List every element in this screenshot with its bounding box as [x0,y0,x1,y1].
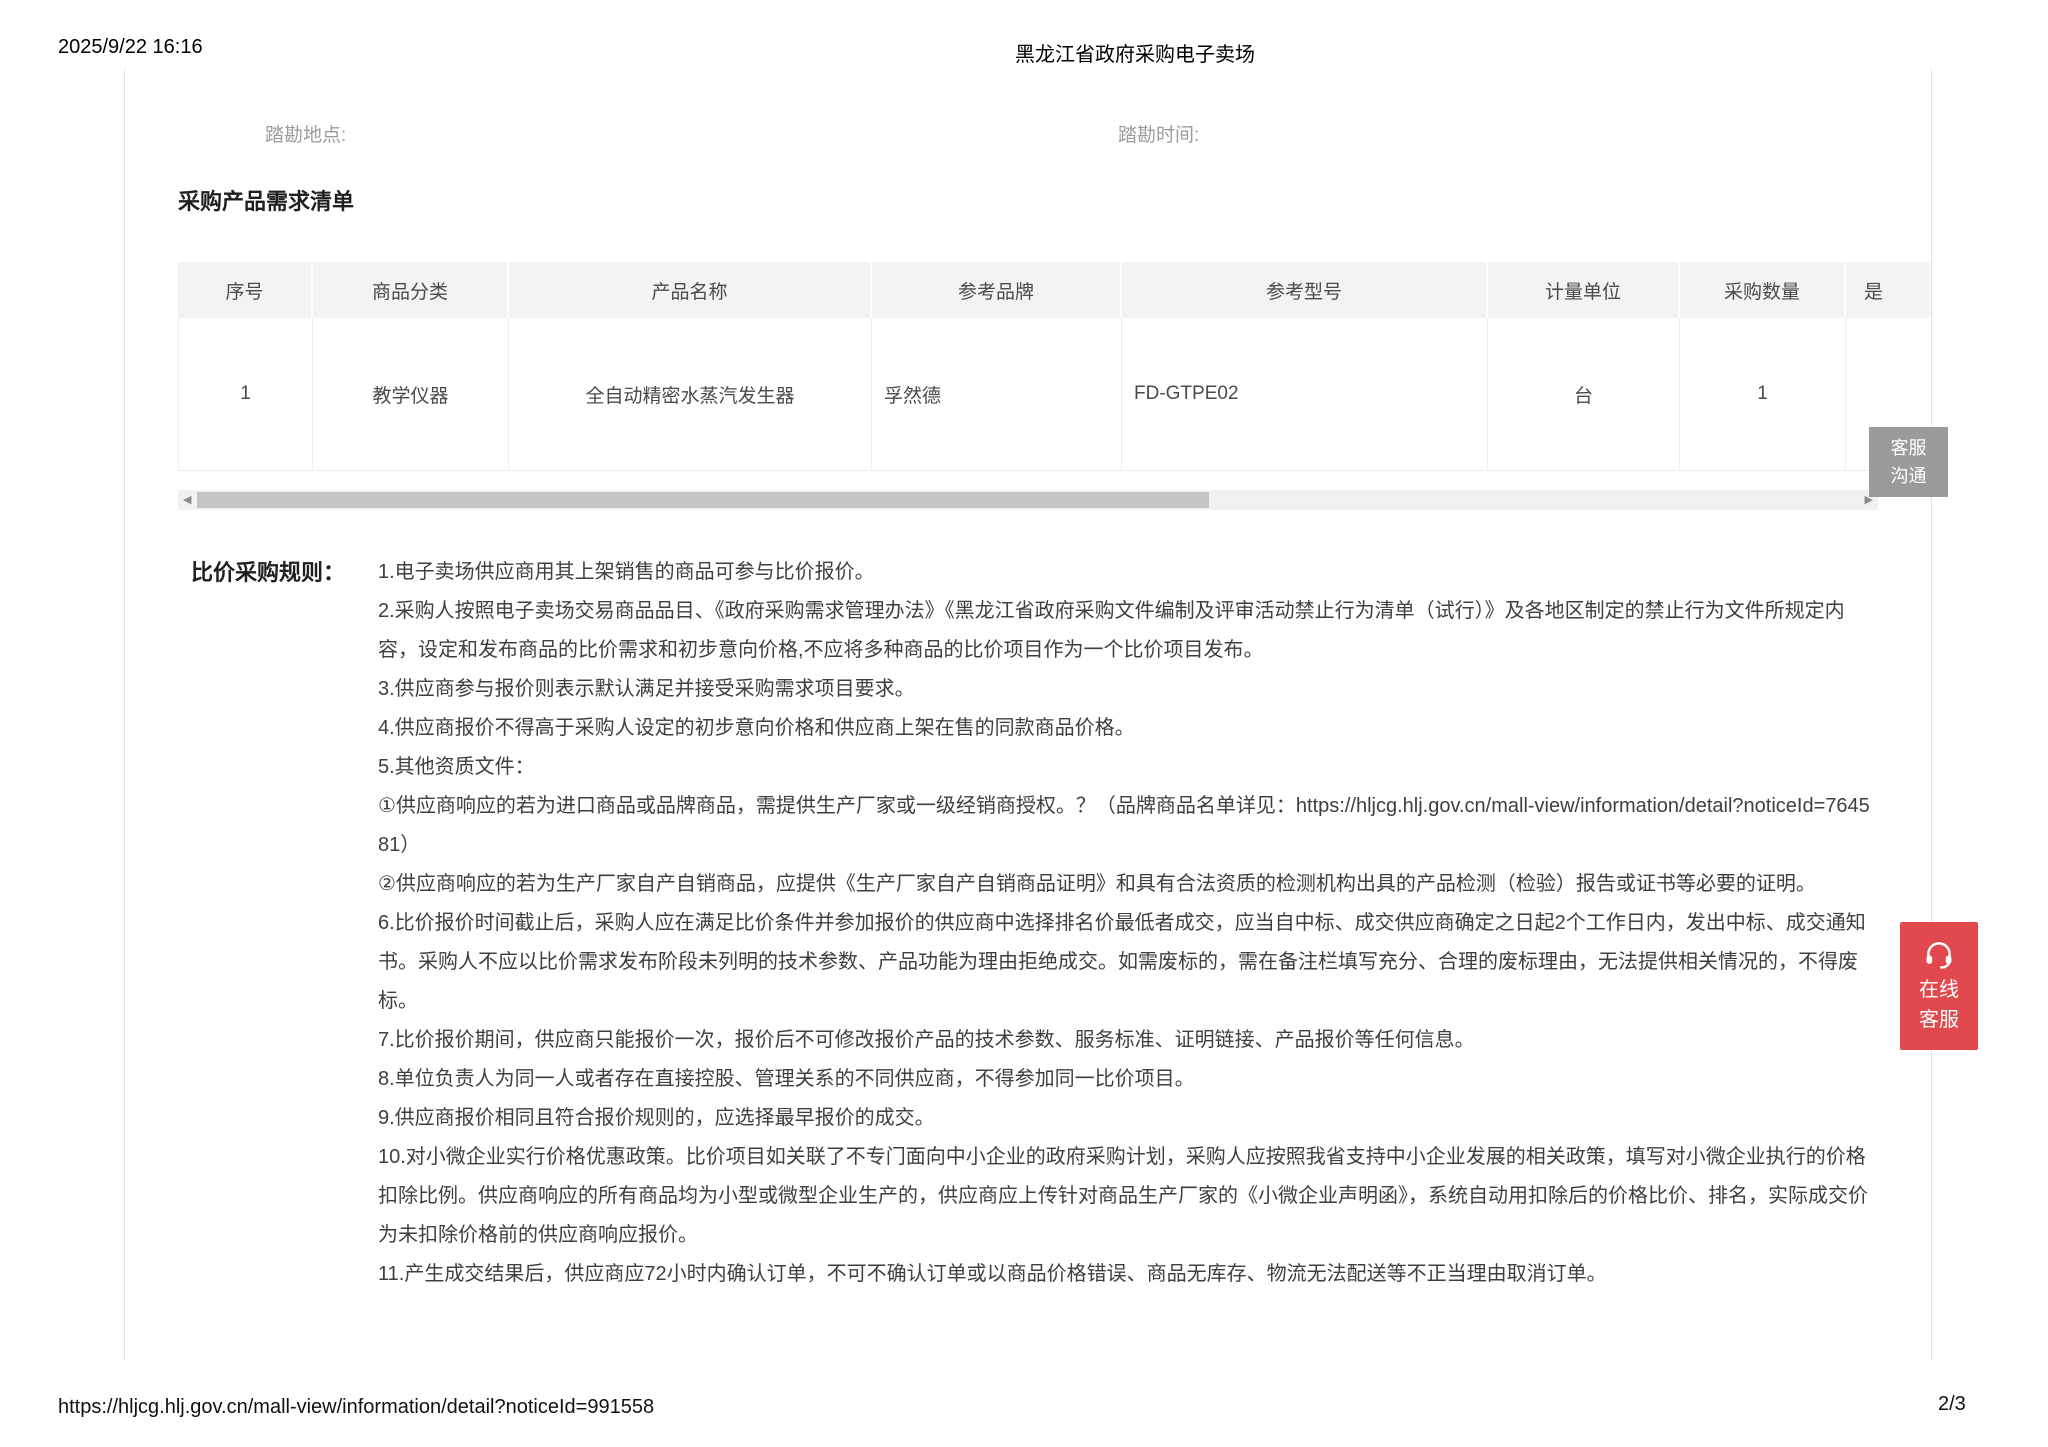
rule-item: ②供应商响应的若为生产厂家自产自销商品，应提供《生产厂家自产自销商品证明》和具有… [378,865,1880,904]
table-header-cell: 是 [1846,262,1930,318]
rule-item: 5.其他资质文件： [378,748,1880,787]
table-header-cell: 商品分类 [313,262,509,318]
table-cell: FD-GTPE02 [1122,318,1488,471]
table-header-row: 序号 商品分类 产品名称 参考品牌 参考型号 计量单位 采购数量 是 [178,262,1930,318]
table-horizontal-scrollbar[interactable]: ◀ ▶ [178,490,1878,510]
table-header-cell: 计量单位 [1488,262,1680,318]
table-header-cell: 参考型号 [1122,262,1488,318]
rules-text: 1.电子卖场供应商用其上架销售的商品可参与比价报价。 2.采购人按照电子卖场交易… [378,553,1880,1294]
rule-item: 9.供应商报价相同且符合报价规则的，应选择最早报价的成交。 [378,1099,1880,1138]
table-cell: 1 [1680,318,1846,471]
print-page-number: 2/3 [1938,1393,1966,1416]
table-header-cell: 采购数量 [1680,262,1846,318]
rule-item: 11.产生成交结果后，供应商应72小时内确认订单，不可不确认订单或以商品价格错误… [378,1255,1880,1294]
rule-item: 6.比价报价时间截止后，采购人应在满足比价条件并参加报价的供应商中选择排名价最低… [378,904,1880,1021]
rule-item: 8.单位负责人为同一人或者存在直接控股、管理关系的不同供应商，不得参加同一比价项… [378,1060,1880,1099]
page-title: 采购产品需求清单 [178,184,354,216]
rule-item: 4.供应商报价不得高于采购人设定的初步意向价格和供应商上架在售的同款商品价格。 [378,709,1880,748]
product-table: 序号 商品分类 产品名称 参考品牌 参考型号 计量单位 采购数量 是 1 教学仪… [178,262,1930,471]
online-service-button[interactable]: 在线 客服 [1900,922,1978,1050]
table-row: 1 教学仪器 全自动精密水蒸汽发生器 孚然德 FD-GTPE02 台 1 [178,318,1930,471]
chat-service-button[interactable]: 客服 沟通 [1869,427,1948,497]
table-cell: 教学仪器 [313,318,509,471]
print-datetime: 2025/9/22 16:16 [58,36,203,59]
table-header-cell: 序号 [178,262,313,318]
table-header-cell: 产品名称 [509,262,872,318]
table-cell: 孚然德 [872,318,1122,471]
survey-time-label: 踏勘时间: [1118,120,1199,147]
rules-section-label: 比价采购规则： [191,555,345,587]
headset-icon [1921,937,1957,971]
table-cell: 全自动精密水蒸汽发生器 [509,318,872,471]
table-cell: 台 [1488,318,1680,471]
online-service-label: 在线 客服 [1919,975,1959,1035]
rule-item: 10.对小微企业实行价格优惠政策。比价项目如关联了不专门面向中小企业的政府采购计… [378,1138,1880,1255]
table-cell: 1 [178,318,313,471]
survey-location-label: 踏勘地点: [265,120,346,147]
rule-item: 3.供应商参与报价则表示默认满足并接受采购需求项目要求。 [378,670,1880,709]
rule-item: 1.电子卖场供应商用其上架销售的商品可参与比价报价。 [378,553,1880,592]
table-header-cell: 参考品牌 [872,262,1122,318]
rule-item: 2.采购人按照电子卖场交易商品品目、《政府采购需求管理办法》《黑龙江省政府采购文… [378,592,1880,670]
print-title: 黑龙江省政府采购电子卖场 [1015,38,1255,67]
rule-item: ①供应商响应的若为进口商品或品牌商品，需提供生产厂家或一级经销商授权。？（品牌商… [378,787,1880,865]
scrollbar-left-arrow-icon[interactable]: ◀ [183,493,191,507]
rule-item: 7.比价报价期间，供应商只能报价一次，报价后不可修改报价产品的技术参数、服务标准… [378,1021,1880,1060]
scrollbar-thumb[interactable] [197,492,1209,508]
print-footer-url: https://hljcg.hlj.gov.cn/mall-view/infor… [58,1396,654,1419]
